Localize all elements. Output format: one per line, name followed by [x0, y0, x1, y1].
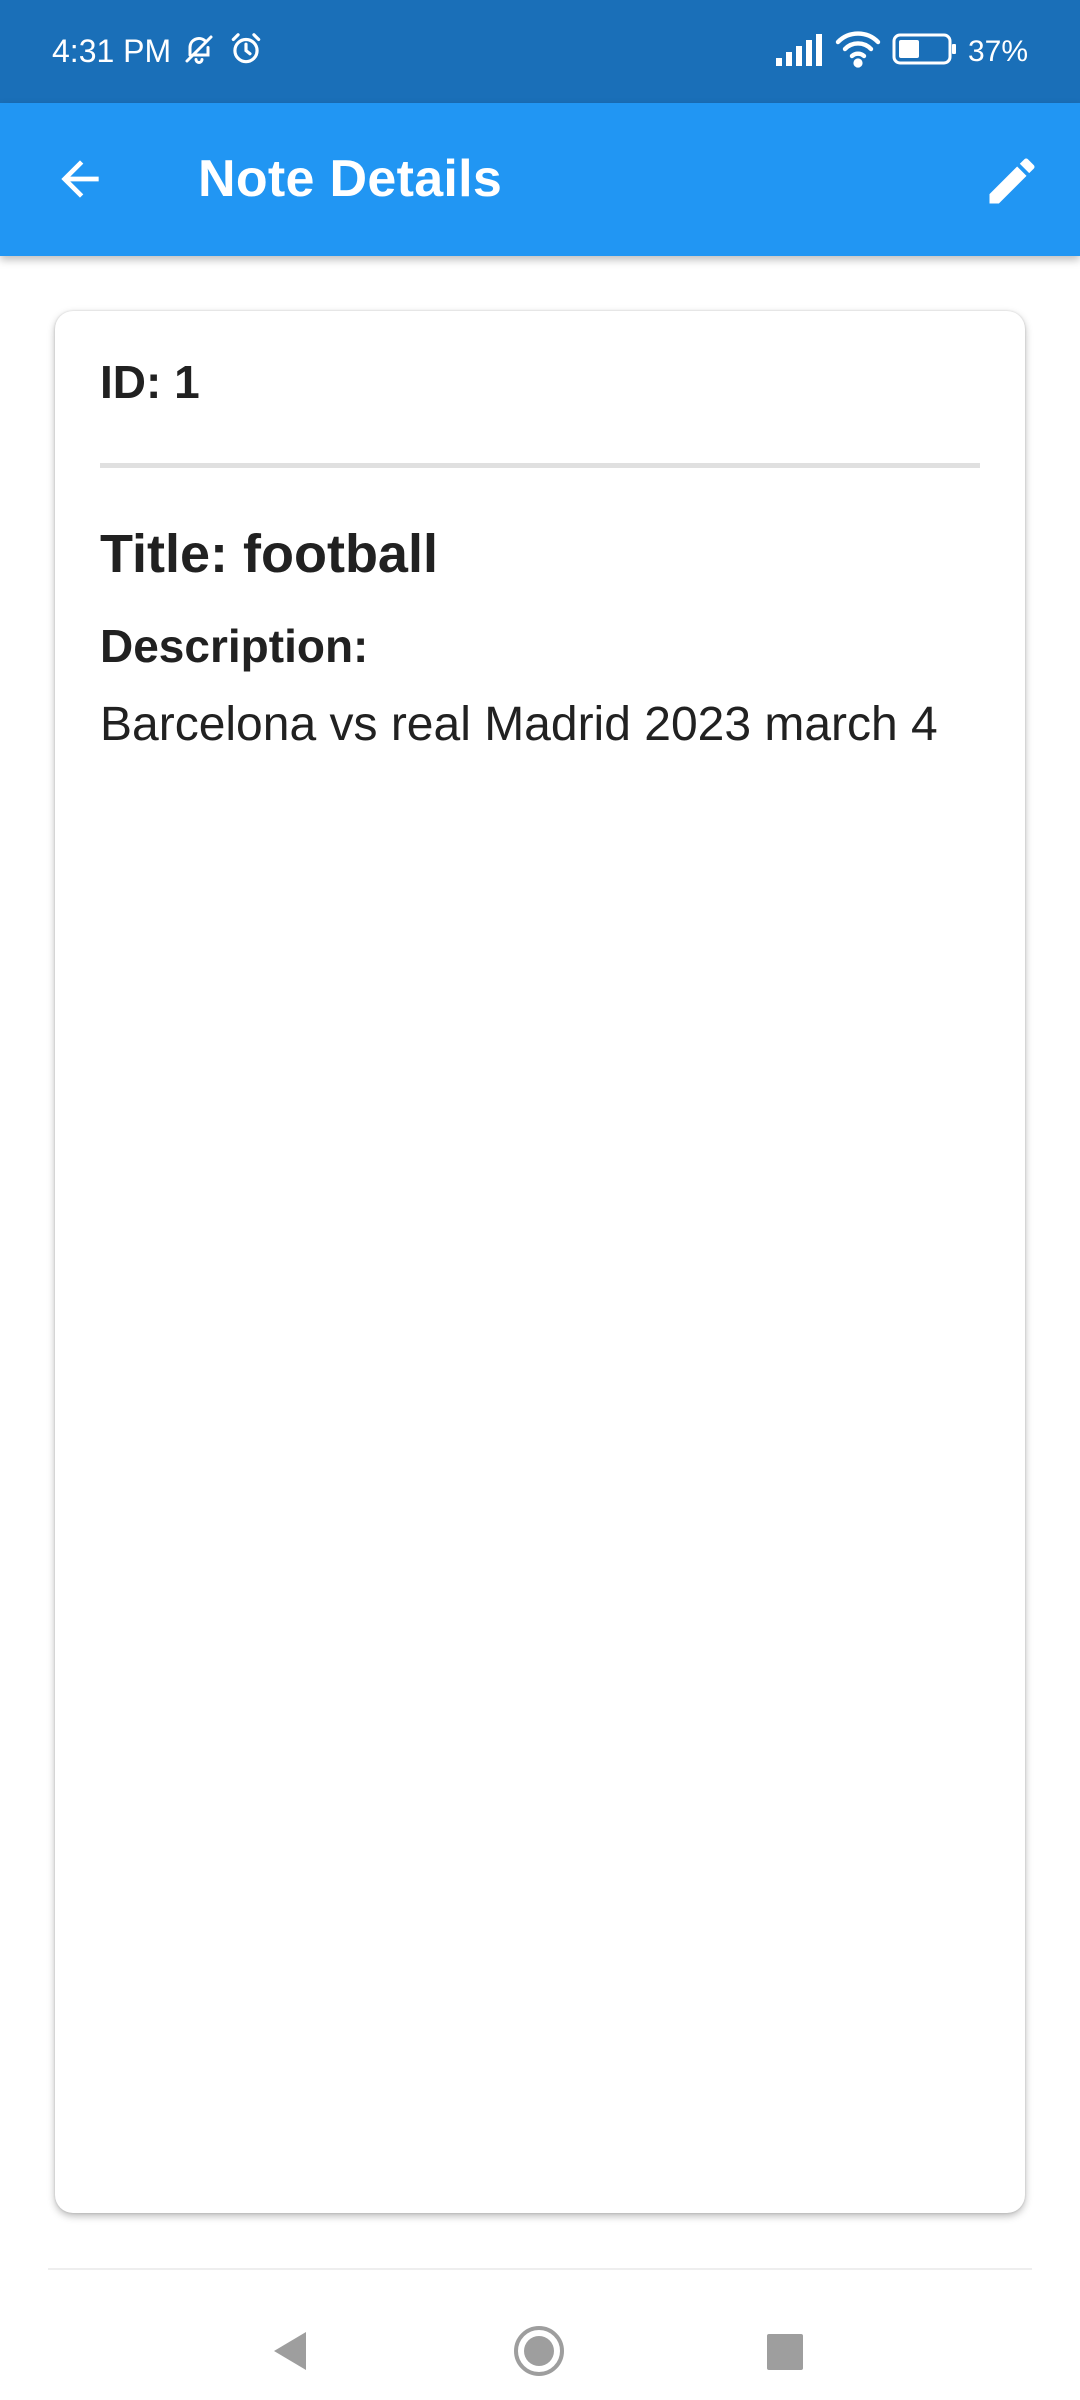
system-nav-bar — [0, 2270, 1080, 2400]
description-text: Barcelona vs real Madrid 2023 march 4 — [100, 698, 938, 751]
status-time: 4:31 PM — [52, 33, 172, 69]
signal-icon — [774, 32, 824, 71]
status-bar: 4:31 PM 37% — [0, 0, 1080, 103]
battery-percent: 37% — [967, 34, 1028, 68]
arrow-back-icon — [52, 160, 108, 211]
battery-icon — [892, 32, 958, 71]
status-left: 4:31 PM — [52, 30, 265, 73]
nav-recents-icon[interactable] — [767, 2334, 803, 2370]
page-title: Note Details — [198, 150, 503, 208]
wifi-icon — [834, 30, 882, 73]
note-card: ID: 1 Title: football Description: Barce… — [55, 311, 1025, 2213]
back-button[interactable] — [52, 151, 108, 207]
app-bar: Note Details — [0, 103, 1080, 256]
notifications-off-icon — [181, 31, 217, 72]
edit-button[interactable] — [982, 151, 1042, 211]
nav-back-icon[interactable] — [270, 2330, 310, 2372]
note-title: Title: football — [100, 524, 438, 584]
nav-home-icon[interactable] — [513, 2325, 565, 2377]
note-id: ID: 1 — [100, 356, 200, 408]
alarm-icon — [227, 30, 265, 73]
pencil-icon — [982, 158, 1042, 215]
description-label: Description: — [100, 620, 369, 672]
status-right: 37% — [774, 30, 1028, 73]
divider — [100, 463, 980, 468]
